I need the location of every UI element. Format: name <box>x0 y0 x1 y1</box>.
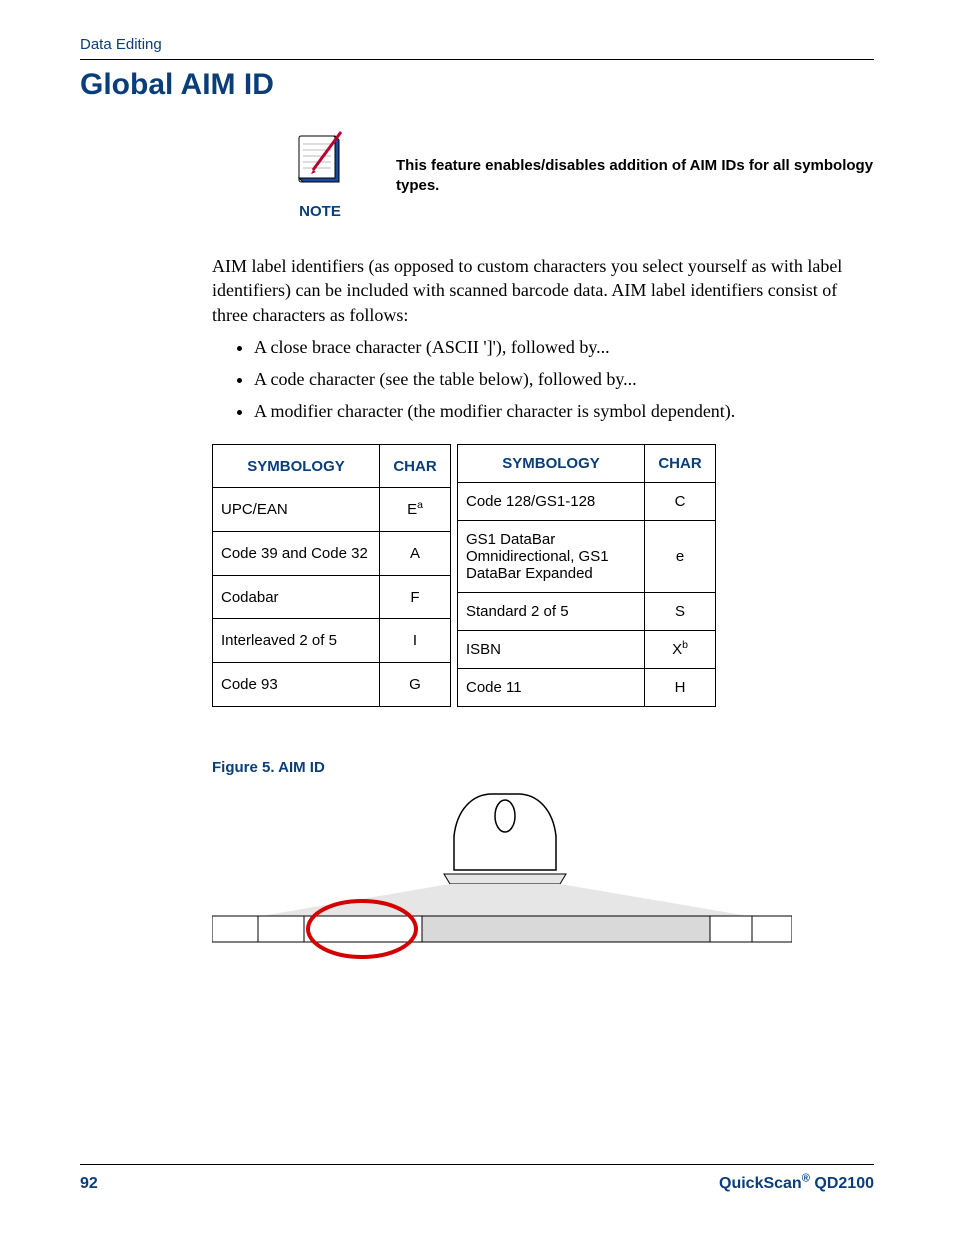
bullet-item: A code character (see the table below), … <box>254 367 874 391</box>
figure-label: Figure 5. AIM ID <box>212 759 874 776</box>
cell-char: Ea <box>380 488 451 532</box>
table-row: Standard 2 of 5 S <box>458 592 716 630</box>
note-icon <box>289 130 351 192</box>
section-header: Data Editing <box>80 36 874 53</box>
cell-char: H <box>645 668 716 706</box>
page-title: Global AIM ID <box>80 68 874 102</box>
symbology-table-right: SYMBOLOGY CHAR Code 128/GS1-128 C GS1 Da… <box>457 444 716 707</box>
table-header-symbology: SYMBOLOGY <box>458 444 645 482</box>
cell-symbology: Code 39 and Code 32 <box>213 532 380 576</box>
cell-symbology: ISBN <box>458 630 645 668</box>
cell-symbology: Code 11 <box>458 668 645 706</box>
footer-rule <box>80 1164 874 1165</box>
bullet-item: A modifier character (the modifier chara… <box>254 399 874 423</box>
cell-char: Xb <box>645 630 716 668</box>
cell-char: F <box>380 575 451 619</box>
cell-char: C <box>645 482 716 520</box>
product-name: QuickScan® QD2100 <box>719 1175 874 1193</box>
symbology-table-wrap: SYMBOLOGY CHAR UPC/EAN Ea Code 39 and Co… <box>212 444 874 707</box>
body-paragraph-block: AIM label identifiers (as opposed to cus… <box>212 254 874 424</box>
cell-char: S <box>645 592 716 630</box>
table-header-char: CHAR <box>380 444 451 488</box>
table-row: ISBN Xb <box>458 630 716 668</box>
table-header-char: CHAR <box>645 444 716 482</box>
page-number: 92 <box>80 1175 98 1193</box>
header-rule <box>80 59 874 60</box>
cell-char: G <box>380 663 451 707</box>
figure-diagram <box>212 786 874 971</box>
cell-symbology: Codabar <box>213 575 380 619</box>
note-label: NOTE <box>280 203 360 220</box>
cell-symbology: Standard 2 of 5 <box>458 592 645 630</box>
table-header-symbology: SYMBOLOGY <box>213 444 380 488</box>
cell-symbology: Interleaved 2 of 5 <box>213 619 380 663</box>
cell-symbology: Code 128/GS1-128 <box>458 482 645 520</box>
page-footer: 92 QuickScan® QD2100 <box>80 1164 874 1193</box>
note-block: NOTE This feature enables/disables addit… <box>280 130 874 230</box>
bullet-item: A close brace character (ASCII ']'), fol… <box>254 335 874 359</box>
symbology-table-left: SYMBOLOGY CHAR UPC/EAN Ea Code 39 and Co… <box>212 444 451 707</box>
cell-symbology: UPC/EAN <box>213 488 380 532</box>
table-row: GS1 DataBar Omnidirectional, GS1 DataBar… <box>458 520 716 592</box>
cell-symbology: GS1 DataBar Omnidirectional, GS1 DataBar… <box>458 520 645 592</box>
cell-symbology: Code 93 <box>213 663 380 707</box>
table-row: Code 11 H <box>458 668 716 706</box>
table-row: Code 39 and Code 32 A <box>213 532 451 576</box>
table-row: Codabar F <box>213 575 451 619</box>
table-row: UPC/EAN Ea <box>213 488 451 532</box>
table-row: Code 93 G <box>213 663 451 707</box>
bullet-list: A close brace character (ASCII ']'), fol… <box>254 335 874 424</box>
table-row: Code 128/GS1-128 C <box>458 482 716 520</box>
note-text: This feature enables/disables addition o… <box>396 130 874 197</box>
cell-char: I <box>380 619 451 663</box>
body-paragraph: AIM label identifiers (as opposed to cus… <box>212 254 874 327</box>
cell-char: e <box>645 520 716 592</box>
table-row: Interleaved 2 of 5 I <box>213 619 451 663</box>
cell-char: A <box>380 532 451 576</box>
